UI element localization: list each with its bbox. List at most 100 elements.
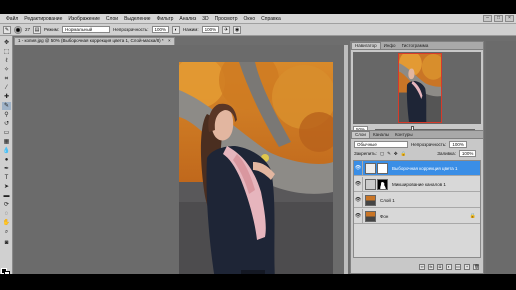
tab-paths[interactable]: Контуры — [392, 132, 416, 138]
eye-icon[interactable]: 👁 — [354, 192, 363, 208]
navigator-thumbnail[interactable] — [398, 53, 442, 123]
lasso-tool-icon[interactable]: ℓ — [2, 57, 11, 65]
adjustment-layer-button-icon[interactable]: ◐ — [446, 264, 452, 270]
tab-navigator[interactable]: Навигатор — [351, 42, 381, 49]
blur-tool-icon[interactable]: 💧 — [2, 147, 11, 155]
type-tool-icon[interactable]: T — [2, 174, 11, 182]
history-brush-tool-icon[interactable]: ↺ — [2, 120, 11, 128]
eye-icon[interactable]: 👁 — [354, 208, 363, 224]
mode-select[interactable]: Нормальный — [62, 26, 111, 33]
layer-mask-thumbnail[interactable] — [377, 162, 388, 174]
tab-layers[interactable]: Слои — [351, 131, 370, 138]
3d-orbit-tool-icon[interactable]: ◌ — [2, 210, 11, 218]
layer-mask-thumbnail[interactable] — [377, 178, 388, 190]
brush-tool-icon[interactable]: ✎ — [2, 102, 11, 110]
adjustment-layer-icon — [365, 178, 376, 190]
delete-layer-icon[interactable]: 🗑 — [473, 264, 479, 270]
menu-bar: Файл Редактирование Изображение Слои Выд… — [0, 14, 516, 24]
document-tab[interactable]: 1 - копия.jpg @ 50% (Выборочная коррекци… — [14, 37, 175, 45]
portrait-photo — [179, 62, 333, 274]
opacity-input[interactable]: 100% — [151, 26, 170, 33]
tab-histogram[interactable]: Гистограмма — [399, 43, 432, 49]
menu-view[interactable]: Просмотр — [212, 16, 241, 22]
layers-panel: Слои Каналы Контуры Обычные Непрозрачнос… — [350, 130, 484, 274]
shape-tool-icon[interactable]: ▬ — [2, 192, 11, 200]
lock-pixels-icon[interactable]: ▢ — [380, 151, 384, 157]
fill-input[interactable]: 100% — [458, 150, 477, 157]
quick-mask-icon[interactable]: ◙ — [2, 239, 11, 247]
menu-file[interactable]: Файл — [3, 16, 21, 22]
layers-tabs: Слои Каналы Контуры — [351, 131, 483, 139]
quick-select-tool-icon[interactable]: ✧ — [2, 66, 11, 74]
tab-channels[interactable]: Каналы — [370, 132, 392, 138]
lock-label: Закрепить: — [354, 151, 377, 156]
healing-tool-icon[interactable]: ✚ — [2, 93, 11, 101]
airbrush-icon[interactable]: ✈ — [222, 25, 231, 34]
layer-opacity-input[interactable]: 100% — [449, 141, 467, 148]
3d-rotate-tool-icon[interactable]: ⟳ — [2, 201, 11, 209]
lock-paint-icon[interactable]: ✎ — [387, 151, 391, 157]
lock-all-icon[interactable]: 🔒 — [401, 151, 407, 157]
document-tab-title: 1 - копия.jpg @ 50% (Выборочная коррекци… — [18, 38, 164, 43]
menu-layers[interactable]: Слои — [103, 16, 121, 22]
layers-panel-footer: ∞ fx ◘ ◐ ▭ + 🗑 — [353, 262, 481, 272]
layer-row-channel-mixer[interactable]: 👁 Микширование каналов 1 — [354, 176, 480, 192]
menu-analysis[interactable]: Анализ — [176, 16, 199, 22]
maximize-button[interactable]: □ — [494, 15, 503, 22]
menu-select[interactable]: Выделение — [121, 16, 154, 22]
hand-tool-icon[interactable]: ✋ — [2, 219, 11, 227]
navigator-preview[interactable] — [353, 52, 481, 124]
flow-label: Нажим: — [183, 27, 199, 32]
layer-style-icon[interactable]: fx — [428, 264, 434, 270]
layer-name[interactable]: Микширование каналов 1 — [392, 182, 446, 187]
close-window-button[interactable]: × — [505, 15, 514, 22]
eyedropper-tool-icon[interactable]: ⁄ — [2, 84, 11, 92]
crop-tool-icon[interactable]: ⌗ — [2, 75, 11, 83]
eye-icon[interactable]: 👁 — [354, 160, 363, 176]
new-layer-icon[interactable]: + — [464, 264, 470, 270]
eraser-tool-icon[interactable]: ▭ — [2, 129, 11, 137]
layer-name[interactable]: Фон — [380, 214, 388, 219]
photo-canvas[interactable] — [179, 62, 333, 274]
navigator-thumbnail-image — [399, 54, 441, 122]
add-mask-icon[interactable]: ◘ — [437, 264, 443, 270]
clone-stamp-tool-icon[interactable]: ⚲ — [2, 111, 11, 119]
flow-input[interactable]: 100% — [201, 26, 220, 33]
menu-help[interactable]: Справка — [258, 16, 284, 22]
eye-icon[interactable]: 👁 — [354, 176, 363, 192]
menu-edit[interactable]: Редактирование — [21, 16, 65, 22]
path-select-tool-icon[interactable]: ➤ — [2, 183, 11, 191]
brush-size-icon[interactable] — [14, 25, 22, 34]
move-tool-icon[interactable]: ✥ — [2, 39, 11, 47]
pressure-size-icon[interactable]: ◉ — [233, 25, 242, 34]
layer-row-selective-color[interactable]: 👁 Выборочная коррекция цвета 1 — [354, 160, 480, 176]
marquee-tool-icon[interactable]: ⬚ — [2, 48, 11, 56]
dodge-tool-icon[interactable]: ● — [2, 156, 11, 164]
pressure-opacity-icon[interactable]: ◐ — [172, 25, 181, 34]
link-layers-icon[interactable]: ∞ — [419, 264, 425, 270]
menu-3d[interactable]: 3D — [199, 16, 211, 22]
zoom-tool-icon[interactable]: ⌕ — [2, 228, 11, 236]
menu-window[interactable]: Окно — [241, 16, 259, 22]
menu-filter[interactable]: Фильтр — [154, 16, 177, 22]
minimize-button[interactable]: – — [483, 15, 492, 22]
menu-image[interactable]: Изображение — [65, 16, 103, 22]
tab-info[interactable]: Инфо — [381, 43, 399, 49]
letterbox-bottom — [0, 274, 516, 290]
fill-label: Заливка: — [437, 151, 456, 156]
new-group-icon[interactable]: ▭ — [455, 264, 461, 270]
pen-tool-icon[interactable]: ✒ — [2, 165, 11, 173]
document-tab-close-icon[interactable]: × — [168, 38, 171, 43]
brush-preset-icon[interactable]: ✎ — [3, 25, 11, 34]
options-bar: ✎ 27 ▤ Режим: Нормальный Непрозрачность:… — [0, 24, 516, 36]
blend-mode-select[interactable]: Обычные — [354, 141, 408, 148]
gradient-tool-icon[interactable]: ▦ — [2, 138, 11, 146]
layer-row-background[interactable]: 👁 Фон 🔒 — [354, 208, 480, 224]
lock-position-icon[interactable]: ✥ — [394, 151, 398, 157]
layer-name[interactable]: Выборочная коррекция цвета 1 — [392, 166, 458, 171]
canvas-scrollbar[interactable] — [344, 45, 348, 274]
brush-panel-icon[interactable]: ▤ — [33, 25, 42, 34]
blend-row: Обычные Непрозрачность: 100% — [354, 141, 467, 148]
layer-row-layer-1[interactable]: 👁 Слой 1 — [354, 192, 480, 208]
layer-name[interactable]: Слой 1 — [380, 198, 395, 203]
